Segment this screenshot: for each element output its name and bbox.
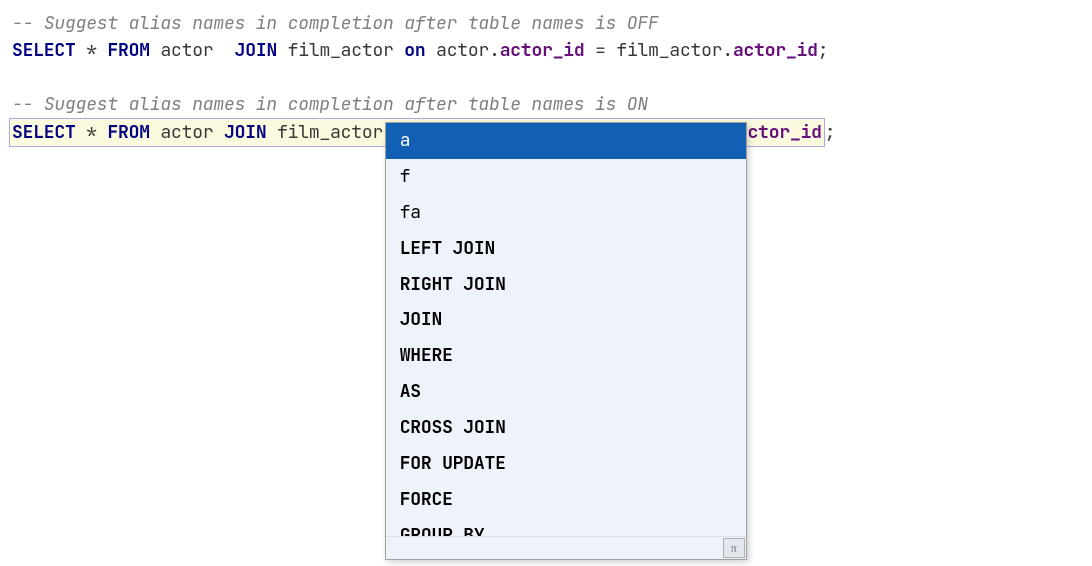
- completion-item[interactable]: FORCE: [386, 482, 746, 518]
- code-line-sql-off[interactable]: SELECT * FROM actor JOIN film_actor on a…: [12, 37, 1080, 64]
- table-actor: actor: [160, 39, 213, 62]
- completion-popup[interactable]: affaLEFT JOINRIGHT JOINJOINWHEREASCROSS …: [385, 122, 747, 560]
- comment-prefix: --: [12, 12, 44, 35]
- star-operator: *: [86, 39, 97, 62]
- completion-item[interactable]: CROSS JOIN: [386, 410, 746, 446]
- table-film-actor: film_actor: [277, 121, 383, 144]
- keyword-select: SELECT: [12, 39, 76, 62]
- completion-item[interactable]: fa: [386, 195, 746, 231]
- completion-item[interactable]: RIGHT JOIN: [386, 267, 746, 303]
- completion-item[interactable]: WHERE: [386, 338, 746, 374]
- keyword-on: on: [404, 39, 425, 62]
- completion-item[interactable]: a: [386, 123, 746, 159]
- keyword-select: SELECT: [12, 121, 76, 144]
- pi-icon[interactable]: π: [723, 538, 745, 558]
- col-actor-id-2: actor_id: [733, 39, 818, 62]
- completion-item[interactable]: f: [386, 159, 746, 195]
- star-operator: *: [86, 121, 97, 144]
- ref-actor: actor: [436, 39, 489, 62]
- semicolon: ;: [825, 121, 836, 144]
- dot: .: [722, 39, 733, 62]
- table-actor: actor: [160, 121, 213, 144]
- keyword-from: FROM: [107, 121, 149, 144]
- table-film-actor: film_actor: [288, 39, 394, 62]
- comment-prefix: --: [12, 93, 44, 116]
- keyword-join: JOIN: [235, 39, 277, 62]
- keyword-from: FROM: [107, 39, 149, 62]
- code-line-comment-on: -- Suggest alias names in completion aft…: [12, 91, 1080, 118]
- ref-film-actor: film_actor: [616, 39, 722, 62]
- equals-operator: =: [595, 39, 606, 62]
- dot: .: [489, 39, 500, 62]
- completion-item[interactable]: AS: [386, 374, 746, 410]
- completion-item[interactable]: JOIN: [386, 302, 746, 338]
- col-actor-id: actor_id: [500, 39, 585, 62]
- keyword-join: JOIN: [224, 121, 266, 144]
- comment-text: Suggest alias names in completion after …: [44, 12, 659, 35]
- code-line-sql-on-wrapper: SELECT * FROM actor JOIN film_actor on a…: [12, 118, 1080, 147]
- empty-line: [12, 64, 1080, 91]
- col-actor-id-2: actor_id: [737, 121, 822, 144]
- comment-text: Suggest alias names in completion after …: [44, 93, 648, 116]
- code-line-comment-off: -- Suggest alias names in completion aft…: [12, 10, 1080, 37]
- completion-footer: π: [386, 536, 746, 559]
- semicolon: ;: [818, 39, 829, 62]
- completion-item[interactable]: GROUP BY: [386, 518, 746, 536]
- completion-item[interactable]: FOR UPDATE: [386, 446, 746, 482]
- completion-item[interactable]: LEFT JOIN: [386, 231, 746, 267]
